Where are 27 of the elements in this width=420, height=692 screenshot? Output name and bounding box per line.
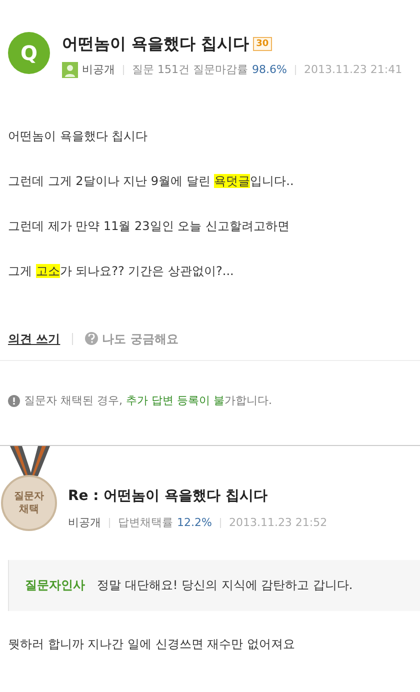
medal-label: 채택 bbox=[19, 503, 39, 516]
avatar-icon bbox=[62, 62, 78, 78]
notice-text: 질문자 채택된 경우, 추가 답변 등록이 불가합니다. bbox=[24, 392, 272, 408]
question-badge: Q bbox=[8, 32, 50, 74]
author-name: 비공개 bbox=[68, 515, 101, 531]
alert-icon bbox=[8, 394, 20, 407]
question-text: 그런데 그게 2달이나 지난 9월에 달린 욕덧글입니다.. bbox=[8, 172, 295, 190]
post-date: 2013.11.23 21:41 bbox=[304, 62, 402, 78]
greeting-text: 정말 대단해요! 당신의 지식에 감탄하고 갑니다. bbox=[97, 577, 353, 594]
medal-icon bbox=[0, 446, 60, 531]
greeting-label: 질문자인사 bbox=[25, 577, 85, 594]
points-badge: 30 bbox=[253, 37, 272, 51]
question-stats: 질문 151건 질문마감률 bbox=[132, 62, 248, 78]
adoption-rate: 12.2% bbox=[177, 515, 212, 531]
answer-text: 뭣하러 합니까 지나간 일에 신경쓰면 재수만 없어져요 bbox=[7, 636, 296, 652]
question-text: 그런데 제가 만약 11월 23일인 오늘 신고할려고하면 bbox=[8, 218, 290, 234]
answer-stats: 답변채택률 bbox=[118, 515, 173, 531]
close-rate: 98.6% bbox=[252, 62, 287, 78]
medal-label: 질문자 bbox=[14, 490, 44, 503]
author-name: 비공개 bbox=[82, 62, 115, 78]
question-icon bbox=[85, 332, 98, 345]
question-text: 그게 고소가 되나요?? 기간은 상관없이?... bbox=[8, 262, 235, 280]
question-text: 어떤놈이 욕을했다 칩시다 bbox=[8, 128, 149, 144]
answer-title: Re : 어떤놈이 욕을했다 칩시다 bbox=[68, 487, 268, 506]
comment-link[interactable]: 의견 쓰기 bbox=[8, 330, 60, 348]
post-date: 2013.11.23 21:52 bbox=[228, 515, 328, 531]
question-title: 어떤놈이 욕을했다 칩시다 bbox=[62, 33, 250, 55]
